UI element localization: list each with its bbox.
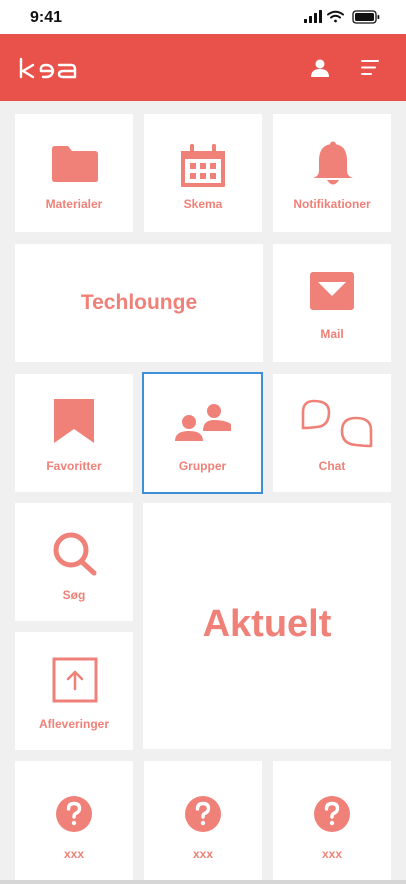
group-icon [175,404,231,441]
tile-aktuelt[interactable]: Aktuelt [143,503,391,749]
profile-icon[interactable] [310,58,330,78]
tile-xxx-3[interactable]: xxx [273,761,391,880]
tile-soeg[interactable]: Søg [15,503,133,621]
calendar-icon [181,144,225,187]
tile-xxx-2[interactable]: xxx [144,761,262,880]
chat-bubbles-icon [301,399,373,448]
tile-label: Favoritter [46,459,102,473]
tile-label: Mail [320,327,344,341]
tile-label: Grupper [178,459,227,473]
tile-label: xxx [321,847,343,861]
tile-materialer[interactable]: Materialer [15,114,133,232]
bell-icon [313,141,353,185]
tile-label: Notifikationer [293,197,371,211]
search-icon [53,532,97,576]
signal-icon [304,10,322,23]
question-icon [314,796,350,832]
tile-techlounge[interactable]: Techlounge [15,244,263,362]
app-header [0,34,406,101]
tile-grupper[interactable]: Grupper [142,372,263,494]
status-icons [304,10,380,24]
tile-favoritter[interactable]: Favoritter [15,374,133,492]
status-bar: 9:41 [0,0,406,34]
tile-label: Chat [318,459,346,473]
tile-afleveringer[interactable]: Afleveringer [15,632,133,750]
tile-label: Søg [62,588,86,602]
menu-icon[interactable] [360,59,380,77]
status-time: 9:41 [30,9,63,26]
tile-label: Skema [183,197,223,211]
kea-logo [19,57,77,79]
tile-label: xxx [192,847,214,861]
bottom-divider [0,880,406,884]
wifi-icon [327,10,344,23]
folder-icon [52,146,98,182]
tile-label: Aktuelt [202,603,332,645]
battery-icon [352,10,380,24]
tile-label: Techlounge [80,291,198,314]
tile-label: Materialer [45,197,103,211]
question-icon [185,796,221,832]
bookmark-icon [54,399,94,443]
tile-notifikationer[interactable]: Notifikationer [273,114,391,232]
tile-xxx-1[interactable]: xxx [15,761,133,880]
tile-label: Afleveringer [38,717,110,731]
mail-icon [310,272,354,310]
upload-icon [52,657,98,703]
tile-mail[interactable]: Mail [273,244,391,362]
tile-chat[interactable]: Chat [273,374,391,492]
tile-skema[interactable]: Skema [144,114,262,232]
question-icon [56,796,92,832]
tile-label: xxx [63,847,85,861]
